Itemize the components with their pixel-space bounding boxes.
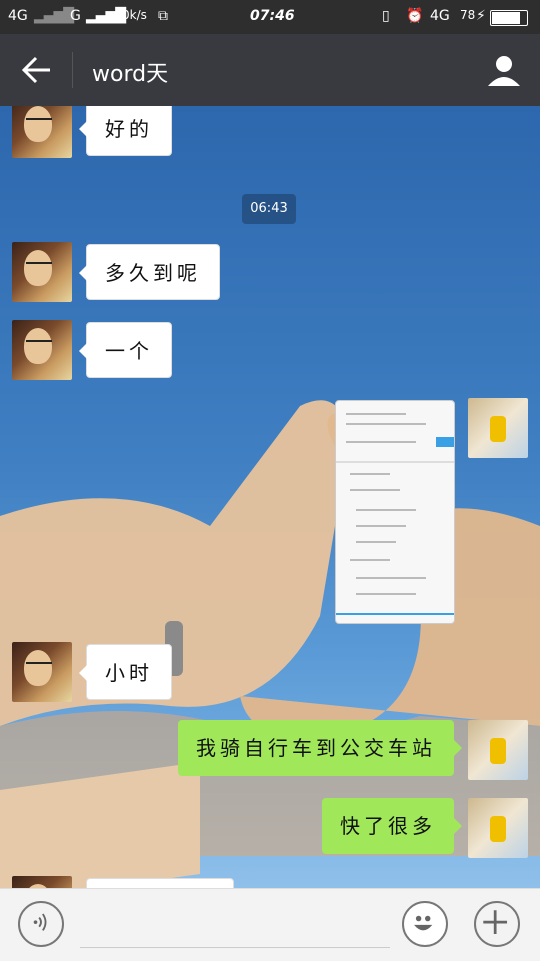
contact-avatar[interactable] xyxy=(12,320,72,380)
signal-4g-label: 4G xyxy=(8,8,28,24)
message-bubble[interactable]: 小时 xyxy=(79,644,172,700)
message-bubble[interactable]: 一个 xyxy=(79,322,172,378)
header-divider xyxy=(72,52,73,88)
vibrate-icon: ▯ xyxy=(382,8,390,24)
message-bubble[interactable]: 好的 xyxy=(79,106,172,156)
signal-g-label: G xyxy=(70,8,81,24)
alarm-icon: ⏰ xyxy=(406,8,424,24)
message-bubble[interactable] xyxy=(86,878,234,888)
message-bubble[interactable]: 多久到呢 xyxy=(79,244,220,300)
screenshot-icon: ⧉ xyxy=(158,8,168,24)
chat-area[interactable]: 好的 06:43 多久到呢 一个 小时 我骑自行车到公交车站 快了很多 xyxy=(0,106,540,888)
emoji-button[interactable] xyxy=(402,901,448,947)
chat-header: word天 xyxy=(0,34,540,106)
network-4g-label: 4G xyxy=(430,8,450,24)
contact-avatar[interactable] xyxy=(12,242,72,302)
contact-avatar[interactable] xyxy=(12,642,72,702)
image-message[interactable] xyxy=(335,400,455,624)
voice-wave-icon xyxy=(33,913,47,931)
voice-input-button[interactable] xyxy=(18,901,64,947)
my-avatar[interactable] xyxy=(468,720,528,780)
signal-bars-icon-2: ▂▄▆█ xyxy=(86,8,126,24)
input-bar xyxy=(0,888,540,961)
battery-icon xyxy=(490,10,528,26)
net-speed: 0k/s xyxy=(122,8,147,22)
chat-title: word天 xyxy=(92,62,169,87)
message-input[interactable] xyxy=(80,947,390,948)
back-arrow-icon[interactable] xyxy=(18,54,54,86)
status-bar: 4G ▂▄▆█ G ▂▄▆█ 0k/s ⧉ 07:46 ▯ ⏰ 4G 78 ⚡ xyxy=(0,0,540,34)
profile-icon[interactable] xyxy=(486,52,522,88)
smiley-icon xyxy=(414,915,433,931)
battery-level: 78 xyxy=(460,8,476,22)
my-avatar[interactable] xyxy=(468,398,528,458)
contact-avatar[interactable] xyxy=(12,106,72,158)
more-options-button[interactable] xyxy=(474,901,520,947)
chat-timestamp: 06:43 xyxy=(242,194,296,224)
charging-icon: ⚡ xyxy=(476,8,486,24)
plus-icon xyxy=(483,910,508,935)
signal-bars-icon: ▂▄▆█ xyxy=(34,8,74,24)
message-bubble-outgoing[interactable]: 快了很多 xyxy=(322,798,462,854)
message-bubble-outgoing[interactable]: 我骑自行车到公交车站 xyxy=(178,720,462,776)
my-avatar[interactable] xyxy=(468,798,528,858)
contact-avatar[interactable] xyxy=(12,876,72,888)
clock: 07:46 xyxy=(250,8,295,24)
